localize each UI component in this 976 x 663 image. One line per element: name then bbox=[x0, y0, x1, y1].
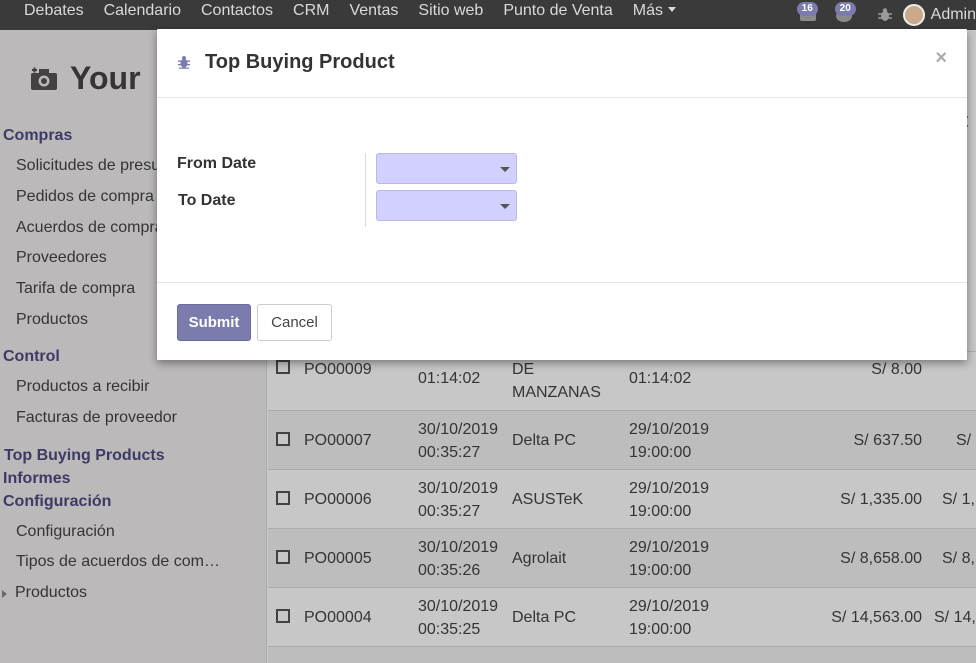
top-navbar: Debates Calendario Contactos CRM Ventas … bbox=[0, 0, 976, 30]
menu-debates[interactable]: Debates bbox=[14, 0, 94, 30]
modal-header: Top Buying Product × bbox=[157, 29, 967, 98]
menu-sitio-web[interactable]: Sitio web bbox=[408, 0, 493, 30]
modal-title: Top Buying Product bbox=[205, 51, 395, 73]
chat-badge: 20 bbox=[834, 2, 856, 16]
messages-badge: 16 bbox=[796, 2, 818, 16]
menu-crm[interactable]: CRM bbox=[283, 0, 339, 30]
systray: 16 20 Admin bbox=[795, 0, 976, 30]
to-date-input[interactable] bbox=[376, 190, 517, 221]
menu-contactos[interactable]: Contactos bbox=[191, 0, 283, 30]
menu-punto-de-venta[interactable]: Punto de Venta bbox=[493, 0, 622, 30]
close-icon[interactable]: × bbox=[935, 47, 947, 70]
debug-button[interactable] bbox=[871, 0, 899, 30]
bug-icon bbox=[177, 55, 191, 69]
from-date-label: From Date bbox=[177, 155, 257, 172]
chat-button[interactable]: 20 bbox=[833, 0, 871, 30]
menu-mas-dropdown[interactable]: Más bbox=[623, 0, 686, 30]
submit-button[interactable]: Submit bbox=[177, 304, 251, 341]
menu-ventas[interactable]: Ventas bbox=[339, 0, 408, 30]
from-date-input[interactable] bbox=[376, 153, 517, 184]
app-menu: Debates Calendario Contactos CRM Ventas … bbox=[0, 0, 686, 30]
top-buying-product-dialog: Top Buying Product × From Date To Date S… bbox=[157, 29, 967, 360]
modal-footer: Submit Cancel bbox=[157, 282, 967, 360]
messages-button[interactable]: 16 bbox=[795, 0, 833, 30]
field-separator bbox=[365, 153, 366, 227]
to-date-label: To Date bbox=[178, 192, 236, 209]
modal-body: From Date To Date bbox=[157, 98, 967, 282]
menu-calendario[interactable]: Calendario bbox=[94, 0, 191, 30]
cancel-button[interactable]: Cancel bbox=[257, 304, 332, 341]
user-avatar[interactable] bbox=[902, 4, 925, 26]
user-name[interactable]: Admin bbox=[925, 4, 976, 26]
bug-icon bbox=[877, 8, 892, 21]
